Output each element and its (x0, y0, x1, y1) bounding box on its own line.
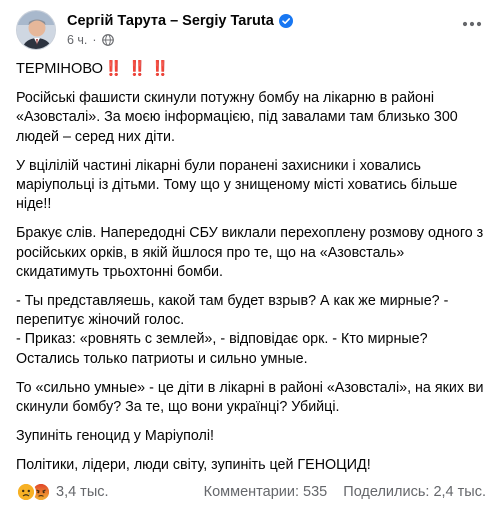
more-options-button[interactable] (458, 14, 486, 34)
post-header: Сергій Тарута – Sergiy Taruta 6 ч. · (16, 10, 486, 54)
post-paragraph: Політики, лідери, люди світу, зупиніть ц… (16, 457, 371, 474)
post-paragraph: - Ты представляешь, какой там будет взры… (16, 293, 449, 367)
post-timestamp[interactable]: 6 ч. (67, 33, 87, 47)
post-paragraph: Зупиніть геноцид у Маріуполі! (16, 428, 215, 445)
post-title: ТЕРМІНОВО (16, 61, 103, 77)
comments-count-link[interactable]: Комментарии: 535 (204, 484, 328, 500)
double-exclamation-icon: ‼️ (128, 61, 146, 77)
globe-icon[interactable] (101, 34, 114, 46)
facebook-post: Сергій Тарута – Sergiy Taruta 6 ч. · ТЕР… (0, 0, 501, 515)
reactions-summary[interactable]: 3,4 тыс. (16, 482, 109, 502)
post-paragraph: То «сильно умные» - це діти в лікарні в … (16, 379, 484, 416)
post-paragraph: Російські фашисти скинули потужну бомбу … (16, 90, 458, 145)
shares-count-link[interactable]: Поделились: 2,4 тыс. (343, 484, 486, 500)
sad-reaction-icon (16, 482, 36, 502)
more-options-icon (462, 21, 482, 27)
post-title-line: ТЕРМІНОВО ‼️ ‼️ ‼️ (16, 60, 486, 79)
author-avatar[interactable] (16, 10, 56, 50)
double-exclamation-icon: ‼️ (104, 61, 123, 77)
post-body: ТЕРМІНОВО ‼️ ‼️ ‼️ Російські фашисти скинул… (16, 60, 486, 486)
post-paragraph: Бракує слів. Напередодні СБУ виклали пер… (16, 225, 484, 280)
post-meta: 6 ч. · (67, 33, 114, 47)
author-name-row: Сергій Тарута – Sergiy Taruta (67, 13, 293, 29)
double-exclamation-icon: ‼️ (151, 61, 169, 77)
avatar-portrait-icon (17, 11, 55, 49)
author-name[interactable]: Сергій Тарута – Sergiy Taruta (67, 13, 274, 29)
reactions-count: 3,4 тыс. (56, 484, 109, 500)
post-paragraph: У вцілілій частині лікарні були поранені… (16, 157, 458, 213)
post-footer: 3,4 тыс. Комментарии: 535 Поделились: 2,… (16, 480, 486, 506)
verified-badge-icon (278, 14, 293, 28)
engagement-stats: Комментарии: 535 Поделились: 2,4 тыс. (204, 484, 486, 500)
meta-separator: · (92, 33, 97, 47)
